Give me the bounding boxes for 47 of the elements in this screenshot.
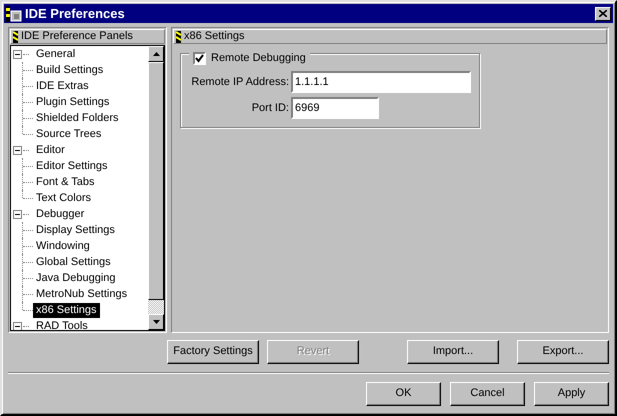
tree-item[interactable]: Global Settings xyxy=(33,254,114,270)
panel-title: x86 Settings xyxy=(184,30,245,44)
tree-item[interactable]: Plugin Settings xyxy=(33,94,112,110)
scroll-up-button[interactable] xyxy=(148,46,164,62)
tree-item[interactable]: x86 Settings xyxy=(33,302,100,318)
tree-item[interactable]: Display Settings xyxy=(33,222,118,238)
button[interactable]: OK xyxy=(366,382,441,406)
input-field[interactable]: 6969 xyxy=(291,97,379,120)
close-icon xyxy=(599,10,607,17)
expander-icon[interactable] xyxy=(13,322,22,330)
scroll-down-button[interactable] xyxy=(148,314,164,330)
tree-item[interactable]: Shielded Folders xyxy=(33,110,122,126)
scroll-thumb[interactable] xyxy=(148,62,164,300)
input-field[interactable]: 1.1.1.1 xyxy=(291,71,471,94)
tree-item[interactable]: Editor xyxy=(33,142,68,158)
button[interactable]: Apply xyxy=(534,382,609,406)
tree-item[interactable]: Font & Tabs xyxy=(33,174,98,190)
expander-icon[interactable] xyxy=(13,50,22,58)
tree-item[interactable]: Java Debugging xyxy=(33,270,119,286)
scrollbar[interactable] xyxy=(148,46,164,330)
button[interactable]: Cancel xyxy=(450,382,525,406)
tree-item[interactable]: Text Colors xyxy=(33,190,94,206)
button[interactable]: Factory Settings xyxy=(167,340,259,364)
tree-item[interactable]: RAD Tools xyxy=(33,318,91,330)
window-title: IDE Preferences xyxy=(25,6,125,22)
tree-item[interactable]: Source Trees xyxy=(33,126,104,142)
up-arrow-icon xyxy=(152,52,160,56)
field-label: Remote IP Address: xyxy=(190,76,290,89)
panel-title: IDE Preference Panels xyxy=(21,30,133,44)
tree-item[interactable]: Debugger xyxy=(33,206,88,222)
field-label: Port ID: xyxy=(250,102,290,115)
button[interactable]: Import... xyxy=(407,340,499,364)
grip-icon xyxy=(176,30,181,42)
tree-item[interactable]: Windowing xyxy=(33,238,93,254)
expander-icon[interactable] xyxy=(13,146,22,154)
app-icon xyxy=(6,6,22,22)
tree-item[interactable]: General xyxy=(33,46,78,62)
close-button[interactable] xyxy=(595,6,611,20)
expander-icon[interactable] xyxy=(13,210,22,218)
tree-item[interactable]: Editor Settings xyxy=(33,158,111,174)
button[interactable]: Export... xyxy=(517,340,609,364)
tree-item[interactable]: Build Settings xyxy=(33,62,106,78)
tree-item[interactable]: MetroNub Settings xyxy=(33,286,130,302)
grip-icon xyxy=(13,30,18,42)
tree-item[interactable]: IDE Extras xyxy=(33,78,92,94)
checkbox[interactable] xyxy=(193,52,206,65)
down-arrow-icon xyxy=(152,320,160,324)
